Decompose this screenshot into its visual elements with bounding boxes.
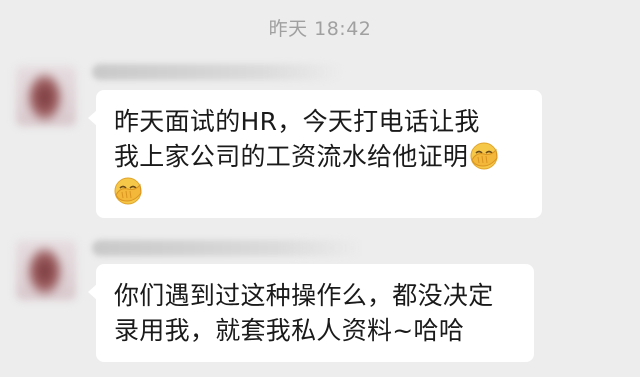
chat-window: 昨天 18:42 昨天面试的HR，今天打电话让我 我上家公司的工资流水给他证明 [0,0,640,377]
message-bubble[interactable]: 你们遇到过这种操作么，都没决定 录用我，就套我私人资料~哈哈 [88,264,534,362]
sender-avatar[interactable] [16,66,76,126]
message-text-line [114,174,526,209]
message-text-line: 我上家公司的工资流水给他证明 [114,139,526,174]
facepalm-emoji-icon [114,177,142,205]
sender-avatar[interactable] [16,240,76,300]
message-text-line: 录用我，就套我私人资料~哈哈 [114,316,465,345]
message-text-line: 你们遇到过这种操作么，都没决定 [114,281,494,310]
facepalm-emoji-icon [470,142,498,170]
message-timestamp: 昨天 18:42 [268,18,372,40]
message-bubble[interactable]: 昨天面试的HR，今天打电话让我 我上家公司的工资流水给他证明 [88,90,542,218]
sender-name-blurred [92,64,342,80]
message-text-line: 昨天面试的HR，今天打电话让我 [114,107,480,136]
sender-name-blurred [92,240,362,256]
